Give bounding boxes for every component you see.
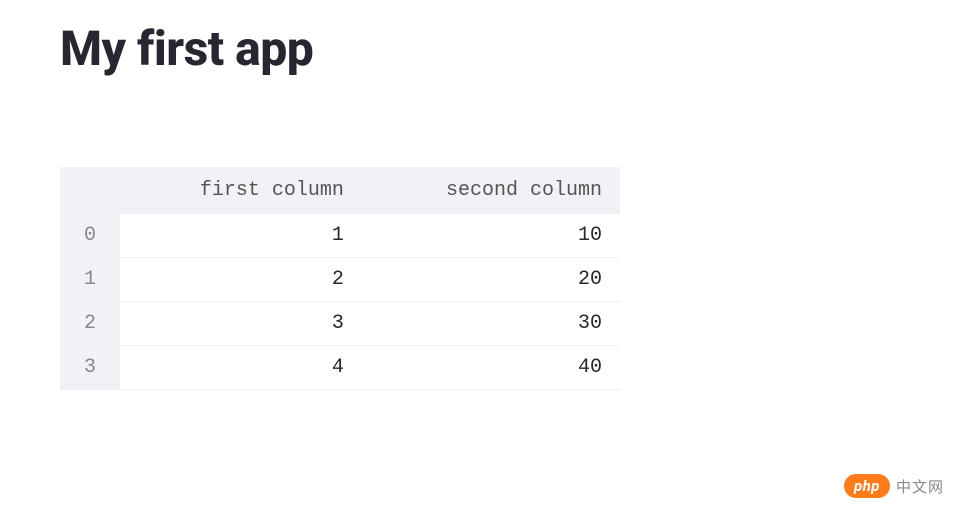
- table-row: 0 1 10: [60, 214, 620, 258]
- watermark: php 中文网: [844, 474, 944, 498]
- data-cell: 40: [362, 346, 620, 390]
- column-header: second column: [362, 167, 620, 214]
- table-row: 2 3 30: [60, 302, 620, 346]
- table-header-row: first column second column: [60, 167, 620, 214]
- data-cell: 20: [362, 258, 620, 302]
- watermark-badge: php: [844, 474, 890, 498]
- index-header: [60, 167, 120, 214]
- data-cell: 30: [362, 302, 620, 346]
- index-cell: 1: [60, 258, 120, 302]
- data-cell: 1: [120, 214, 362, 258]
- data-cell: 2: [120, 258, 362, 302]
- data-table: first column second column 0 1 10 1 2 20…: [60, 167, 620, 390]
- column-header: first column: [120, 167, 362, 214]
- page-title: My first app: [60, 20, 902, 77]
- table-row: 3 4 40: [60, 346, 620, 390]
- data-cell: 4: [120, 346, 362, 390]
- watermark-text: 中文网: [896, 476, 944, 497]
- dataframe: first column second column 0 1 10 1 2 20…: [60, 167, 620, 390]
- data-cell: 3: [120, 302, 362, 346]
- table-row: 1 2 20: [60, 258, 620, 302]
- data-cell: 10: [362, 214, 620, 258]
- index-cell: 0: [60, 214, 120, 258]
- index-cell: 2: [60, 302, 120, 346]
- index-cell: 3: [60, 346, 120, 390]
